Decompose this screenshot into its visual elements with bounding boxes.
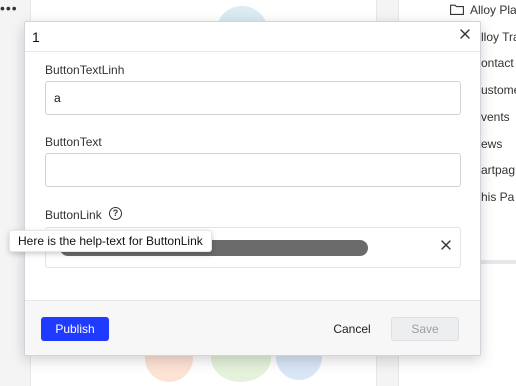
tree-item[interactable]: ontact [481,56,514,70]
tree-item[interactable]: vents [481,110,510,124]
edit-block-dialog: 1 ButtonTextLinh ButtonText ButtonLink ?… [24,21,481,356]
tree-item[interactable]: Alloy Pla [470,3,516,17]
panel-scrollbar[interactable] [480,260,516,264]
cancel-button[interactable]: Cancel [325,317,379,341]
tree-item[interactable]: artpag [481,163,515,177]
help-tooltip: Here is the help-text for ButtonLink [9,230,212,252]
help-icon[interactable]: ? [109,207,122,220]
buttontextlinh-input[interactable] [45,81,461,115]
buttontext-input[interactable] [45,153,461,187]
field-label-buttonlink: ButtonLink [45,208,102,222]
dialog-footer: Publish Cancel Save [25,300,480,355]
publish-button[interactable]: Publish [41,317,109,341]
field-label-buttontext: ButtonText [45,135,102,149]
clear-link-icon[interactable] [440,239,452,251]
more-options-icon[interactable]: ••• [0,0,18,16]
tree-item[interactable]: lloy Tra [481,30,516,44]
field-label-buttontextlinh: ButtonTextLinh [45,63,125,77]
close-icon[interactable] [458,27,472,41]
dialog-header: 1 [25,22,480,52]
tree-item[interactable]: his Pa [481,190,514,204]
tree-item[interactable]: ustome [481,83,516,97]
tree-item[interactable]: ews [481,137,502,151]
dialog-title: 1 [32,29,40,45]
folder-icon [450,4,464,15]
save-button[interactable]: Save [391,317,459,341]
